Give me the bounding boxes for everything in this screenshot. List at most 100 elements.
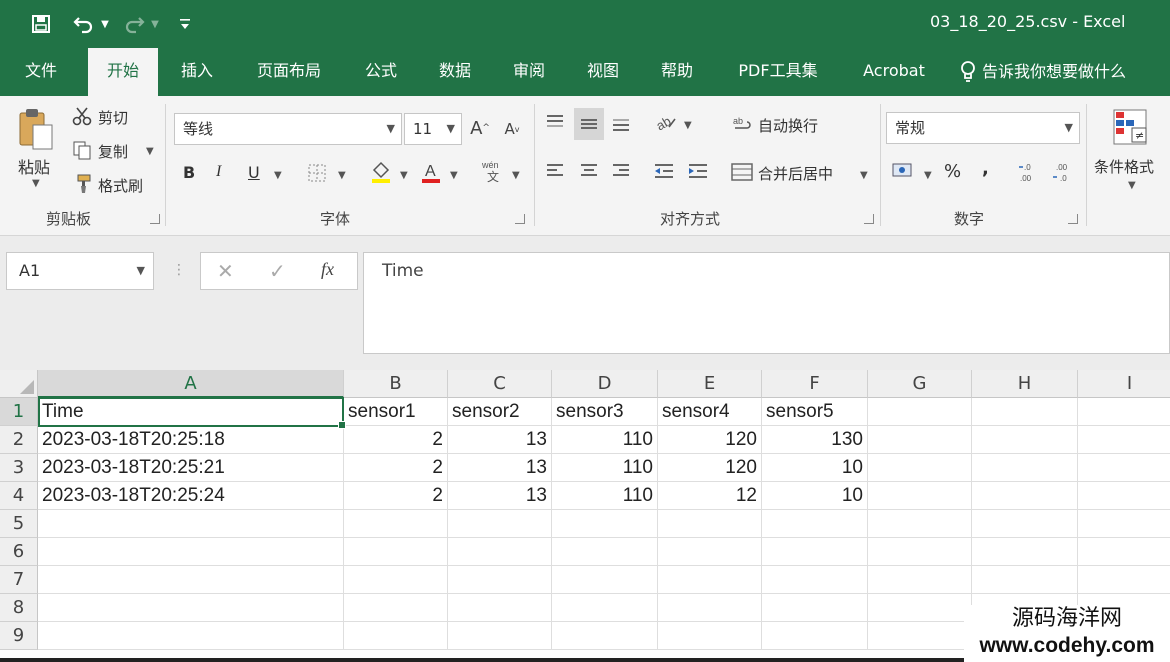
- cell-g7[interactable]: [868, 566, 972, 594]
- align-bottom-icon[interactable]: [608, 110, 634, 136]
- cell-d2[interactable]: 110: [552, 426, 658, 454]
- borders-icon[interactable]: [304, 160, 330, 186]
- formula-bar-grip-icon[interactable]: ⋮: [172, 262, 186, 278]
- cell-e3[interactable]: 120: [658, 454, 762, 482]
- row-header-4[interactable]: 4: [0, 482, 38, 510]
- cell-a8[interactable]: [38, 594, 344, 622]
- cell-b1[interactable]: sensor1: [344, 398, 448, 426]
- format-painter-label[interactable]: 格式刷: [98, 175, 143, 196]
- cell-e8[interactable]: [658, 594, 762, 622]
- cell-h3[interactable]: [972, 454, 1078, 482]
- column-header-d[interactable]: D: [552, 370, 658, 398]
- tab-view[interactable]: 视图: [572, 48, 634, 96]
- conditional-format-label[interactable]: 条件格式: [1094, 156, 1154, 177]
- cell-d1[interactable]: sensor3: [552, 398, 658, 426]
- tab-pdf-tools[interactable]: PDF工具集: [724, 48, 832, 96]
- cell-i1[interactable]: [1078, 398, 1170, 426]
- phonetic-guide-icon[interactable]: wén 文: [478, 156, 508, 186]
- select-all-button[interactable]: [0, 370, 38, 398]
- number-launcher-icon[interactable]: [1068, 214, 1078, 224]
- row-header-6[interactable]: 6: [0, 538, 38, 566]
- increase-decimal-icon[interactable]: .0.00: [1016, 158, 1046, 186]
- cell-f8[interactable]: [762, 594, 868, 622]
- tab-home[interactable]: 开始: [88, 48, 158, 96]
- cell-d4[interactable]: 110: [552, 482, 658, 510]
- redo-icon[interactable]: [120, 9, 148, 39]
- align-top-icon[interactable]: [542, 110, 568, 136]
- redo-dropdown-icon[interactable]: ▼: [148, 9, 162, 39]
- cell-e6[interactable]: [658, 538, 762, 566]
- cell-a1[interactable]: Time: [38, 398, 344, 426]
- column-header-a[interactable]: A: [38, 370, 344, 398]
- tell-me-search[interactable]: 告诉我你想要做什么: [960, 48, 1170, 96]
- tab-data[interactable]: 数据: [424, 48, 486, 96]
- tab-file[interactable]: 文件: [8, 48, 74, 96]
- cell-g3[interactable]: [868, 454, 972, 482]
- increase-indent-icon[interactable]: [684, 158, 712, 184]
- cut-icon[interactable]: [70, 104, 94, 128]
- cell-f4[interactable]: 10: [762, 482, 868, 510]
- font-size-select[interactable]: 11 ▼: [404, 113, 462, 145]
- phonetic-dropdown-icon[interactable]: ▼: [512, 170, 520, 181]
- cell-f5[interactable]: [762, 510, 868, 538]
- cell-g8[interactable]: [868, 594, 972, 622]
- undo-dropdown-icon[interactable]: ▼: [98, 9, 112, 39]
- cell-f1[interactable]: sensor5: [762, 398, 868, 426]
- wrap-text-label[interactable]: 自动换行: [758, 115, 818, 136]
- orientation-icon[interactable]: ab: [652, 110, 680, 136]
- tab-insert[interactable]: 插入: [166, 48, 228, 96]
- cell-b9[interactable]: [344, 622, 448, 650]
- cell-h5[interactable]: [972, 510, 1078, 538]
- cell-i6[interactable]: [1078, 538, 1170, 566]
- merge-center-icon[interactable]: [730, 160, 754, 184]
- cell-f3[interactable]: 10: [762, 454, 868, 482]
- cell-f7[interactable]: [762, 566, 868, 594]
- insert-function-icon[interactable]: fx: [321, 259, 334, 280]
- align-right-icon[interactable]: [608, 158, 634, 184]
- paste-icon[interactable]: [16, 106, 56, 154]
- tab-acrobat[interactable]: Acrobat: [848, 48, 940, 96]
- row-header-5[interactable]: 5: [0, 510, 38, 538]
- decrease-font-size-icon[interactable]: Av: [500, 116, 524, 142]
- tab-help[interactable]: 帮助: [646, 48, 708, 96]
- cut-label[interactable]: 剪切: [98, 107, 128, 128]
- cancel-icon[interactable]: ✕: [217, 259, 234, 283]
- row-header-3[interactable]: 3: [0, 454, 38, 482]
- cell-i5[interactable]: [1078, 510, 1170, 538]
- cell-c2[interactable]: 13: [448, 426, 552, 454]
- cell-a9[interactable]: [38, 622, 344, 650]
- cell-a5[interactable]: [38, 510, 344, 538]
- wrap-text-icon[interactable]: ab: [730, 112, 754, 136]
- column-header-h[interactable]: H: [972, 370, 1078, 398]
- cell-c8[interactable]: [448, 594, 552, 622]
- enter-icon[interactable]: ✓: [269, 259, 286, 283]
- cell-b2[interactable]: 2: [344, 426, 448, 454]
- tab-review[interactable]: 审阅: [498, 48, 560, 96]
- column-header-i[interactable]: I: [1078, 370, 1170, 398]
- cell-h1[interactable]: [972, 398, 1078, 426]
- underline-dropdown-icon[interactable]: ▼: [274, 170, 282, 181]
- cell-g6[interactable]: [868, 538, 972, 566]
- cell-h4[interactable]: [972, 482, 1078, 510]
- cell-c6[interactable]: [448, 538, 552, 566]
- cell-i2[interactable]: [1078, 426, 1170, 454]
- fill-color-icon[interactable]: [368, 158, 394, 186]
- cell-c5[interactable]: [448, 510, 552, 538]
- cell-b4[interactable]: 2: [344, 482, 448, 510]
- align-center-icon[interactable]: [576, 158, 602, 184]
- cell-f2[interactable]: 130: [762, 426, 868, 454]
- cell-h6[interactable]: [972, 538, 1078, 566]
- cell-a6[interactable]: [38, 538, 344, 566]
- cell-e9[interactable]: [658, 622, 762, 650]
- cell-a2[interactable]: 2023-03-18T20:25:18: [38, 426, 344, 454]
- column-header-g[interactable]: G: [868, 370, 972, 398]
- cell-b7[interactable]: [344, 566, 448, 594]
- cell-h2[interactable]: [972, 426, 1078, 454]
- accounting-dropdown-icon[interactable]: ▼: [924, 170, 932, 181]
- paste-label[interactable]: 粘贴: [18, 154, 50, 178]
- cell-d8[interactable]: [552, 594, 658, 622]
- cell-c4[interactable]: 13: [448, 482, 552, 510]
- conditional-format-dropdown-icon[interactable]: ▼: [1128, 180, 1136, 191]
- cell-c3[interactable]: 13: [448, 454, 552, 482]
- cell-g4[interactable]: [868, 482, 972, 510]
